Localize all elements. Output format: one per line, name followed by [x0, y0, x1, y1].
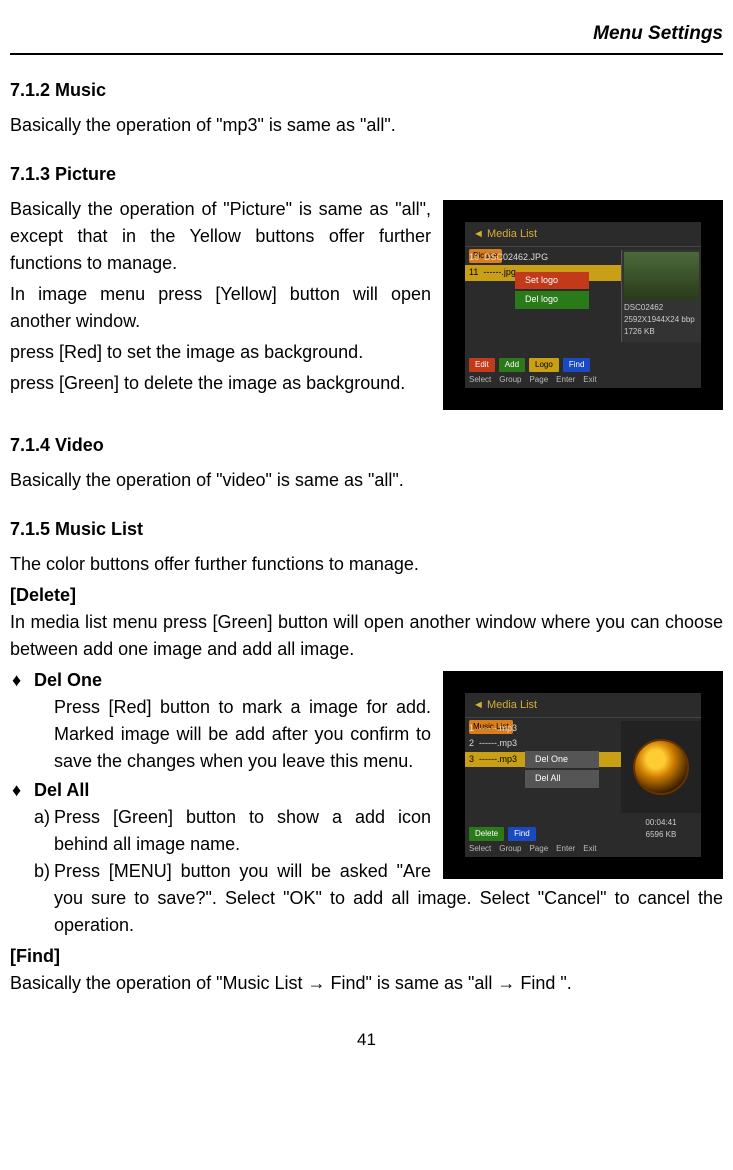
nav-enter: Enter	[556, 374, 575, 386]
list-item: a)Press [Green] button to show a add ico…	[54, 804, 723, 858]
page-number: 41	[10, 1027, 723, 1053]
preview-image	[624, 252, 699, 300]
delete-body: In media list menu press [Green] button …	[10, 609, 723, 663]
delete-label: [Delete]	[10, 582, 723, 609]
figure-picture: ◄ Media List Picture 10 DSC02462.JPG 11 …	[443, 200, 723, 410]
list-item: b)Press [MENU] button you will be asked …	[54, 858, 723, 939]
del-one-body: Press [Red] button to mark a image for a…	[34, 694, 723, 775]
row-num: 11	[469, 266, 478, 280]
popup-logo: Set logo Del logo	[515, 272, 589, 309]
text-video: Basically the operation of "video" is sa…	[10, 467, 723, 494]
list-item: Del One Press [Red] button to mark a ima…	[34, 667, 723, 775]
find-label: [Find]	[10, 943, 723, 970]
heading-music: 7.1.2 Music	[10, 77, 723, 104]
info-dims: 2592X1944X24 bbp	[624, 314, 699, 326]
del-all-a: Press [Green] button to show a add icon …	[54, 807, 431, 854]
letter-b: b)	[34, 858, 50, 885]
del-all-title: Del All	[34, 780, 89, 800]
edit-button: Edit	[469, 358, 495, 372]
bullet-list: Del One Press [Red] button to mark a ima…	[10, 667, 723, 939]
list-item: Del All a)Press [Green] button to show a…	[34, 777, 723, 939]
nav-select: Select	[469, 374, 491, 386]
row-name: DSC02462.JPG	[484, 251, 548, 265]
figure-picture-title: ◄ Media List	[465, 222, 701, 248]
figure-picture-footer: Edit Add Logo Find Select Group Page Ent…	[465, 356, 701, 388]
page-header: Menu Settings	[10, 20, 723, 55]
letter-a: a)	[34, 804, 50, 831]
heading-musiclist: 7.1.5 Music List	[10, 516, 723, 543]
del-all-b: Press [MENU] button you will be asked "A…	[54, 861, 723, 935]
media-list-label: ◄	[473, 228, 487, 240]
nav-exit: Exit	[583, 374, 596, 386]
musiclist-block: ◄ Media List Music List 1 ------.mp3 2 -…	[10, 667, 723, 941]
row-num: 10	[469, 251, 479, 265]
list-item: 10 DSC02462.JPG	[465, 250, 621, 266]
add-button: Add	[499, 358, 525, 372]
heading-picture: 7.1.3 Picture	[10, 161, 723, 188]
picture-preview: DSC02462 2592X1944X24 bbp 1726 KB	[621, 250, 701, 342]
del-logo-button: Del logo	[515, 291, 589, 309]
picture-block: ◄ Media List Picture 10 DSC02462.JPG 11 …	[10, 196, 723, 410]
logo-button: Logo	[529, 358, 559, 372]
text-music: Basically the operation of "mp3" is same…	[10, 112, 723, 139]
info-size: 1726 KB	[624, 326, 699, 338]
figure-picture-panel: ◄ Media List Picture 10 DSC02462.JPG 11 …	[465, 222, 701, 388]
text-musiclist-intro: The color buttons offer further function…	[10, 551, 723, 578]
set-logo-button: Set logo	[515, 272, 589, 290]
heading-video: 7.1.4 Video	[10, 432, 723, 459]
find-body: Basically the operation of "Music List →…	[10, 970, 723, 997]
del-one-title: Del One	[34, 670, 102, 690]
find-button: Find	[563, 358, 591, 372]
info-name: DSC02462	[624, 302, 699, 314]
del-all-sublist: a)Press [Green] button to show a add ico…	[34, 804, 723, 939]
row-name: ------.jpg	[483, 266, 516, 280]
nav-group: Group	[499, 374, 521, 386]
media-list-text: Media List	[487, 228, 537, 240]
nav-page: Page	[529, 374, 548, 386]
